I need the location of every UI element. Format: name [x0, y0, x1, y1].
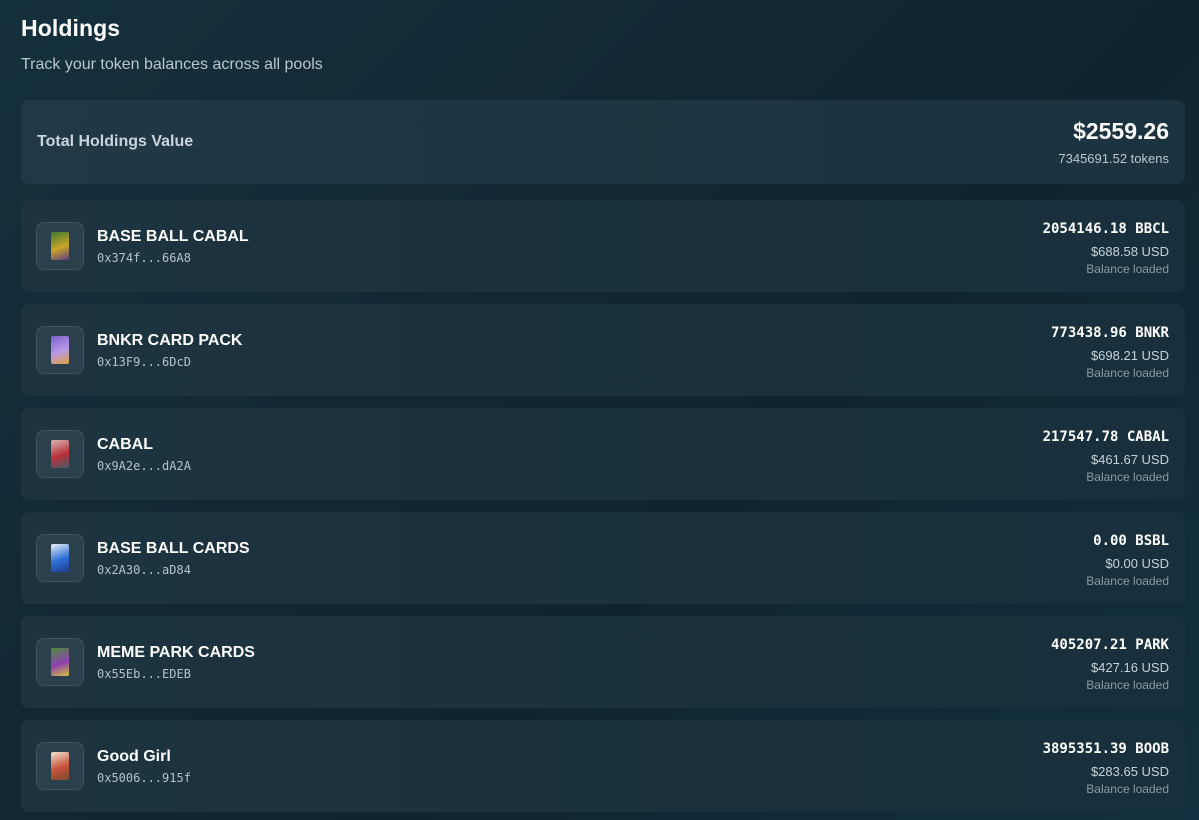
holding-row[interactable]: BASE BALL CABAL 0x374f...66A8 2054146.18 B… — [21, 200, 1185, 292]
token-balance: 0.00 BSBL — [1093, 533, 1169, 549]
token-usd-value: $698.21 USD — [1090, 348, 1169, 363]
token-balance: 3895351.39 BOOB — [1042, 741, 1169, 757]
token-name: Good Girl — [97, 748, 171, 765]
holding-row[interactable]: BASE BALL CARDS 0x2A30...aD84 0.00 BSBL $0.… — [21, 512, 1185, 604]
token-address: 0x55Eb...EDEB — [97, 667, 191, 681]
token-usd-value: $427.16 USD — [1090, 660, 1169, 675]
token-address: 0x2A30...aD84 — [97, 563, 191, 577]
token-status: Balance loaded — [1086, 782, 1169, 796]
token-status: Balance loaded — [1086, 678, 1169, 692]
token-artwork-icon — [51, 336, 69, 364]
token-balance: 773438.96 BNKR — [1050, 325, 1169, 341]
holding-row[interactable]: BNKR CARD PACK 0x13F9...6DcD 773438.96 BNK… — [21, 304, 1185, 396]
token-usd-value: $0.00 USD — [1105, 556, 1169, 571]
token-artwork-icon — [51, 648, 69, 676]
token-name: BASE BALL CARDS — [97, 540, 250, 557]
total-holdings-label: Total Holdings Value — [37, 133, 194, 150]
token-address: 0x9A2e...dA2A — [97, 459, 191, 473]
token-status: Balance loaded — [1086, 262, 1169, 276]
token-usd-value: $461.67 USD — [1090, 452, 1169, 467]
token-status: Balance loaded — [1086, 366, 1169, 380]
token-status: Balance loaded — [1086, 574, 1169, 588]
total-holdings-value: $2559.26 — [1073, 118, 1169, 144]
token-image — [36, 430, 84, 478]
token-usd-value: $688.58 USD — [1090, 244, 1169, 259]
token-name: CABAL — [97, 436, 153, 453]
token-image — [36, 742, 84, 790]
token-balance: 2054146.18 BBCL — [1042, 221, 1169, 237]
token-balance: 217547.78 CABAL — [1042, 429, 1169, 445]
total-holdings-tokens: 7345691.52 tokens — [1058, 151, 1169, 166]
token-name: BASE BALL CABAL — [97, 228, 249, 245]
token-artwork-icon — [51, 232, 69, 260]
token-image — [36, 326, 84, 374]
token-artwork-icon — [51, 752, 69, 780]
token-image — [36, 222, 84, 270]
token-address: 0x374f...66A8 — [97, 251, 191, 265]
token-status: Balance loaded — [1086, 470, 1169, 484]
token-balance: 405207.21 PARK — [1050, 637, 1169, 653]
token-name: MEME PARK CARDS — [97, 644, 255, 661]
token-artwork-icon — [51, 440, 69, 468]
token-artwork-icon — [51, 544, 69, 572]
holding-row[interactable]: MEME PARK CARDS 0x55Eb...EDEB 405207.21 PA… — [21, 616, 1185, 708]
total-holdings-card: Total Holdings Value $2559.26 7345691.52… — [21, 100, 1185, 184]
page-subtitle: Track your token balances across all poo… — [21, 56, 323, 73]
token-image — [36, 534, 84, 582]
token-image — [36, 638, 84, 686]
page-title: Holdings — [21, 15, 121, 41]
token-name: BNKR CARD PACK — [97, 332, 243, 349]
token-address: 0x13F9...6DcD — [97, 355, 191, 369]
token-address: 0x5006...915f — [97, 771, 191, 785]
token-usd-value: $283.65 USD — [1090, 764, 1169, 779]
holding-row[interactable]: Good Girl 0x5006...915f 3895351.39 BOOB $28… — [21, 720, 1185, 812]
holding-row[interactable]: CABAL 0x9A2e...dA2A 217547.78 CABAL $461.67… — [21, 408, 1185, 500]
